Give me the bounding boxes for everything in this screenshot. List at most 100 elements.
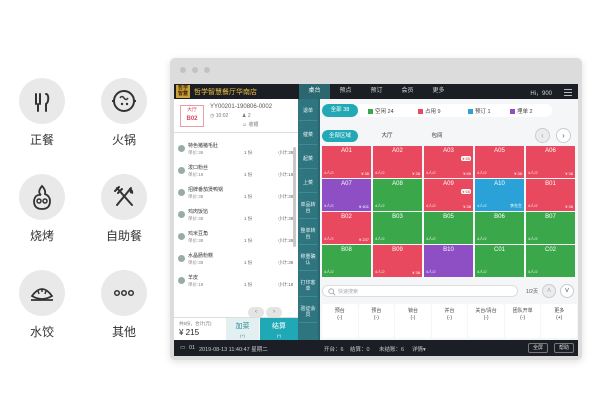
area-next-button[interactable]: › xyxy=(556,128,571,143)
area-prev-button[interactable]: ‹ xyxy=(535,128,550,143)
table-card[interactable]: B09 4人/2 ¥ 38 xyxy=(373,245,422,277)
side-button[interactable]: 上菜 xyxy=(299,173,317,193)
operation-button[interactable]: 关台/清台 (-) xyxy=(468,304,504,338)
nav-more[interactable]: 更多 xyxy=(423,84,454,99)
order-time: ◷ 10:02 xyxy=(210,113,229,119)
table-card[interactable]: A07 4人/2 ¥ 401 xyxy=(322,179,371,211)
table-card[interactable]: B10 4人/2 xyxy=(424,245,473,277)
order-item[interactable]: 泼口粉丝 单价:18 1 份 小计:18 xyxy=(174,161,298,182)
order-scrollbar[interactable] xyxy=(293,147,296,247)
table-card[interactable]: A02 4人/2 ¥ 38 xyxy=(373,146,422,178)
side-button[interactable]: 验证会员 xyxy=(299,301,317,323)
side-button[interactable]: 打印客单 xyxy=(299,275,317,297)
page-up-button[interactable]: ˄ xyxy=(542,284,556,298)
nav-preorder[interactable]: 预点 xyxy=(330,84,361,99)
order-item[interactable]: 羊皮 单价:18 1 份 小计:18 xyxy=(174,271,298,292)
table-card-seats: 4人/2 xyxy=(477,170,487,175)
side-button[interactable]: 退单 xyxy=(299,101,317,121)
table-card[interactable]: A05 4人/2 ¥ 38 xyxy=(475,146,524,178)
table-card-seats: 4人/2 xyxy=(528,269,538,274)
table-card-seats: 4人/2 xyxy=(324,236,334,241)
table-card-seats: 4人/2 xyxy=(528,203,538,208)
order-item[interactable]: 招牌番茄煲鸭锅 单价:38 1 份 小计:38 xyxy=(174,183,298,204)
table-card-amount: ¥ 38 xyxy=(361,171,369,176)
fullscreen-button[interactable]: 全屏 xyxy=(528,343,549,353)
table-card-amount: ¥ 401 xyxy=(358,204,369,209)
category-zhengcan[interactable]: 正餐 xyxy=(12,78,72,148)
operation-button[interactable]: 预台 (-) xyxy=(322,304,358,338)
brand-name: 哲学智慧餐厅华南店 xyxy=(194,89,257,96)
item-qty: 1 份 xyxy=(244,282,253,287)
side-button[interactable]: 起菜 xyxy=(299,149,317,169)
status-datetime: 2019-08-13 11:40:47 星期二 xyxy=(199,347,268,353)
page-down-button[interactable]: ˅ xyxy=(560,284,574,298)
item-price: 单价:38 xyxy=(188,260,204,265)
user-greeting[interactable]: Hi，900 xyxy=(530,88,552,97)
status-unsettled: 未结账：6 xyxy=(379,347,405,353)
search-input[interactable]: 快速搜索 xyxy=(322,285,518,297)
checkout-button[interactable]: 结算 (*) xyxy=(260,318,298,341)
nav-reservation[interactable]: 预订 xyxy=(361,84,392,99)
monitor-icon: ▭ xyxy=(180,345,186,351)
top-nav: 桌台 预点 预订 会员 更多 xyxy=(299,84,454,99)
area-tab-hall[interactable]: 大厅 xyxy=(372,130,402,142)
item-name: 招牌番茄煲鸭锅 xyxy=(188,187,224,193)
item-name: 羊皮 xyxy=(188,275,199,281)
category-huoguo[interactable]: 火锅 xyxy=(94,78,154,148)
order-item[interactable]: 鸡米豆角 单价:38 1 份 小计:38 xyxy=(174,227,298,248)
side-button[interactable]: 整单转台 xyxy=(299,223,317,245)
table-card-amount: ¥ 65 xyxy=(463,171,471,176)
table-card-number: B02 xyxy=(341,214,352,220)
area-tab-room[interactable]: 包间 xyxy=(422,130,452,142)
table-card[interactable]: A03 4人/2 ¥ 65 ¥ 65 xyxy=(424,146,473,178)
item-price: 单价:18 xyxy=(188,282,204,287)
order-item[interactable]: 鸡肉饭馅 单价:38 1 份 小计:38 xyxy=(174,205,298,226)
operation-button[interactable]: 更多 (+) xyxy=(541,304,578,338)
status-detail[interactable]: 详情▾ xyxy=(412,345,426,353)
item-price: 单价:38 xyxy=(188,150,204,155)
table-card[interactable]: B05 4人/2 xyxy=(424,212,473,244)
help-button[interactable]: 帮助 xyxy=(554,343,575,353)
table-card[interactable]: B08 4人/2 xyxy=(322,245,371,277)
table-card[interactable]: B02 4人/2 ¥ 237 xyxy=(322,212,371,244)
operation-button[interactable]: 团队开单 (-) xyxy=(504,304,541,338)
order-item[interactable]: 特色猪猪毛肚 单价:38 1 份 小计:38 xyxy=(174,139,298,160)
item-name: 泼口粉丝 xyxy=(188,165,209,171)
side-button[interactable]: 催菜 xyxy=(299,125,317,145)
add-dish-button[interactable]: 加菜 (+) xyxy=(226,318,259,341)
filter-occupied[interactable]: 占用 9 xyxy=(418,107,441,115)
category-qita[interactable]: 其他 xyxy=(94,270,154,340)
side-button[interactable]: 单品转台 xyxy=(299,197,317,219)
area-tab-all[interactable]: 全部区域 xyxy=(322,130,358,142)
table-card[interactable]: A08 4人/2 xyxy=(373,179,422,211)
nav-tables[interactable]: 桌台 xyxy=(299,84,330,99)
table-card[interactable]: A09 4人/2 ¥ 38 ¥ 65 xyxy=(424,179,473,211)
table-card[interactable]: B03 4人/2 xyxy=(373,212,422,244)
operation-button[interactable]: 预台 (-) xyxy=(358,304,395,338)
table-card[interactable]: C01 4人/2 xyxy=(475,245,524,277)
item-qty: 1 份 xyxy=(244,260,253,265)
order-item[interactable]: 水晶肠粉糕 单价:38 1 份 小计:38 xyxy=(174,249,298,270)
category-shuijiao[interactable]: 水饺 xyxy=(12,270,72,340)
filter-reserved[interactable]: 预订 1 xyxy=(468,107,491,115)
category-zizhucan[interactable]: 自助餐 xyxy=(94,174,154,244)
table-card[interactable]: A10 4人/2 李先生 xyxy=(475,179,524,211)
table-card[interactable]: B07 4人/2 xyxy=(526,212,575,244)
filter-all[interactable]: 全部 38 xyxy=(322,104,358,117)
operation-button[interactable]: 锁台 (-) xyxy=(395,304,431,338)
table-card[interactable]: A01 4人/2 ¥ 38 xyxy=(322,146,371,178)
order-header: 大厅 B02 YY00201-190806-0002 ◷ 10:02 ♟ 2 ☺… xyxy=(174,99,298,133)
table-card[interactable]: B01 4人/2 ¥ 38 xyxy=(526,179,575,211)
operation-bar: 预台 (-) 预台 (-) 锁台 (-) 并台 (-) 关台/清台 (-) 团队开单 (-… xyxy=(322,304,578,338)
category-shaokao[interactable]: 烧烤 xyxy=(12,174,72,244)
table-card[interactable]: B06 4人/2 xyxy=(475,212,524,244)
table-card[interactable]: C02 4人/2 xyxy=(526,245,575,277)
item-dot-icon xyxy=(178,277,185,284)
operation-button[interactable]: 并台 (-) xyxy=(431,304,468,338)
nav-member[interactable]: 会员 xyxy=(392,84,423,99)
filter-free[interactable]: 空闲 24 xyxy=(368,107,394,115)
menu-icon[interactable] xyxy=(564,87,572,96)
filter-pending[interactable]: 埋单 2 xyxy=(510,107,533,115)
table-card[interactable]: A06 4人/2 ¥ 38 xyxy=(526,146,575,178)
side-button[interactable]: 称重确认 xyxy=(299,249,317,271)
